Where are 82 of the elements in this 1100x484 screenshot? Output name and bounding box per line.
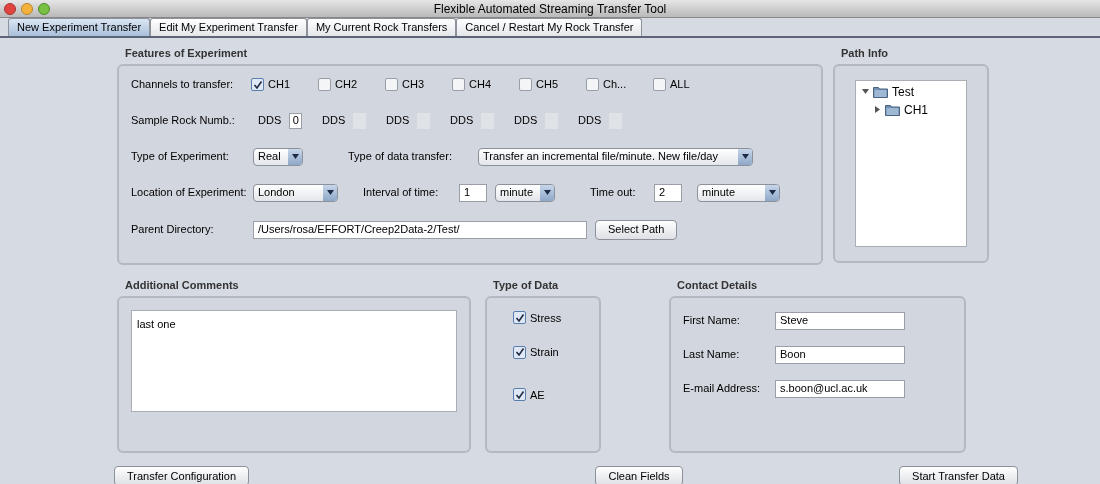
field-label: DDS bbox=[578, 113, 602, 129]
input-field[interactable]: Boon bbox=[775, 345, 905, 364]
checkbox[interactable] bbox=[513, 345, 526, 359]
group-title: Features of Experiment bbox=[124, 46, 249, 61]
checkbox[interactable] bbox=[513, 311, 526, 325]
dropdown[interactable]: London bbox=[253, 183, 338, 202]
input-field[interactable]: /Users/rosa/EFFORT/Creep2Data-2/Test/ bbox=[253, 220, 587, 239]
push-button[interactable]: Transfer Configuration bbox=[114, 466, 250, 484]
checkbox-label[interactable]: CH2 bbox=[335, 76, 357, 93]
checkbox[interactable] bbox=[513, 388, 526, 402]
push-button[interactable]: Select Path bbox=[595, 219, 678, 240]
minimize-icon[interactable] bbox=[21, 3, 33, 15]
field-label: Interval of time: bbox=[363, 185, 440, 201]
checkbox[interactable] bbox=[318, 78, 331, 91]
input-field[interactable]: Steve bbox=[775, 311, 905, 330]
checkbox[interactable] bbox=[385, 78, 398, 91]
field-label: Parent Directory: bbox=[131, 222, 215, 238]
checkbox[interactable] bbox=[251, 78, 264, 91]
checkbox-label[interactable]: Strain bbox=[530, 344, 559, 361]
dropdown[interactable]: minute bbox=[495, 183, 555, 202]
checkbox[interactable] bbox=[653, 78, 666, 91]
checkbox-label[interactable]: ALL bbox=[670, 76, 690, 93]
field-label: DDS bbox=[386, 113, 410, 129]
dropdown[interactable]: Real bbox=[253, 147, 303, 166]
checkbox[interactable] bbox=[519, 78, 532, 91]
field-label: Type of data transfer: bbox=[348, 149, 453, 165]
input-field[interactable]: 1 bbox=[459, 183, 487, 202]
close-icon[interactable] bbox=[4, 3, 16, 15]
checkbox-label[interactable]: Stress bbox=[530, 309, 562, 326]
group-title: Path Info bbox=[840, 46, 890, 61]
tab[interactable]: Cancel / Restart My Rock Transfer bbox=[456, 18, 643, 36]
folder-icon bbox=[885, 103, 900, 116]
checkbox-label[interactable]: CH4 bbox=[469, 76, 491, 93]
group-title: Additional Comments bbox=[124, 278, 240, 293]
field-label: E-mail Address: bbox=[683, 381, 762, 397]
input-field[interactable]: 2 bbox=[654, 183, 682, 202]
push-button[interactable]: Clean Fields bbox=[595, 466, 683, 484]
comments-textarea[interactable]: last one bbox=[131, 309, 457, 412]
checkbox-label[interactable]: CH3 bbox=[402, 76, 424, 93]
field-label: Time out: bbox=[590, 185, 637, 201]
tab[interactable]: My Current Rock Transfers bbox=[306, 18, 457, 36]
caret-icon bbox=[741, 154, 749, 159]
checkmark-icon bbox=[252, 79, 263, 90]
maximize-icon[interactable] bbox=[38, 3, 50, 15]
caret-icon bbox=[291, 154, 299, 159]
collapsed-arrow-icon[interactable] bbox=[874, 106, 881, 113]
field-label: Location of Experiment: bbox=[131, 185, 248, 201]
window-title: Flexible Automated Streaming Transfer Tool bbox=[433, 0, 667, 18]
group-title: Contact Details bbox=[676, 278, 759, 293]
field-label: DDS bbox=[258, 113, 282, 129]
field-label: Channels to transfer: bbox=[131, 77, 235, 93]
folder-icon bbox=[873, 85, 888, 98]
tab[interactable]: Edit My Experiment Transfer bbox=[150, 18, 307, 36]
field-label: Type of Experiment: bbox=[131, 149, 230, 165]
field-label: DDS bbox=[514, 113, 538, 129]
caret-icon bbox=[326, 190, 334, 195]
checkbox-label[interactable]: CH1 bbox=[268, 76, 290, 93]
field-label: Sample Rock Numb.: bbox=[131, 113, 236, 129]
expanded-arrow-icon[interactable] bbox=[862, 88, 869, 95]
tree-item[interactable]: CH1 bbox=[904, 100, 928, 119]
push-button[interactable]: Start Transfer Data bbox=[899, 466, 1018, 484]
tab[interactable]: New Experiment Transfer bbox=[8, 18, 151, 36]
checkbox-label[interactable]: Ch... bbox=[603, 76, 627, 93]
checkmark-icon bbox=[514, 389, 525, 400]
group-title: Type of Data bbox=[492, 278, 560, 293]
input-field[interactable]: s.boon@ucl.ac.uk bbox=[775, 379, 905, 398]
checkbox[interactable] bbox=[452, 78, 465, 91]
field-label: DDS bbox=[322, 113, 346, 129]
checkmark-icon bbox=[514, 347, 525, 358]
input-field[interactable]: 0 bbox=[289, 112, 303, 129]
caret-icon bbox=[543, 190, 551, 195]
checkbox[interactable] bbox=[586, 78, 599, 91]
dropdown[interactable]: Transfer an incremental file/minute. New file/day bbox=[478, 147, 753, 166]
checkbox-label[interactable]: CH5 bbox=[536, 76, 558, 93]
field-label: Last Name: bbox=[683, 347, 741, 363]
caret-icon bbox=[768, 190, 776, 195]
field-label: DDS bbox=[450, 113, 474, 129]
tree-item[interactable]: Test bbox=[892, 82, 914, 101]
dropdown[interactable]: minute bbox=[697, 183, 780, 202]
checkmark-icon bbox=[514, 312, 525, 323]
field-label: First Name: bbox=[683, 313, 741, 329]
checkbox-label[interactable]: AE bbox=[530, 386, 545, 403]
